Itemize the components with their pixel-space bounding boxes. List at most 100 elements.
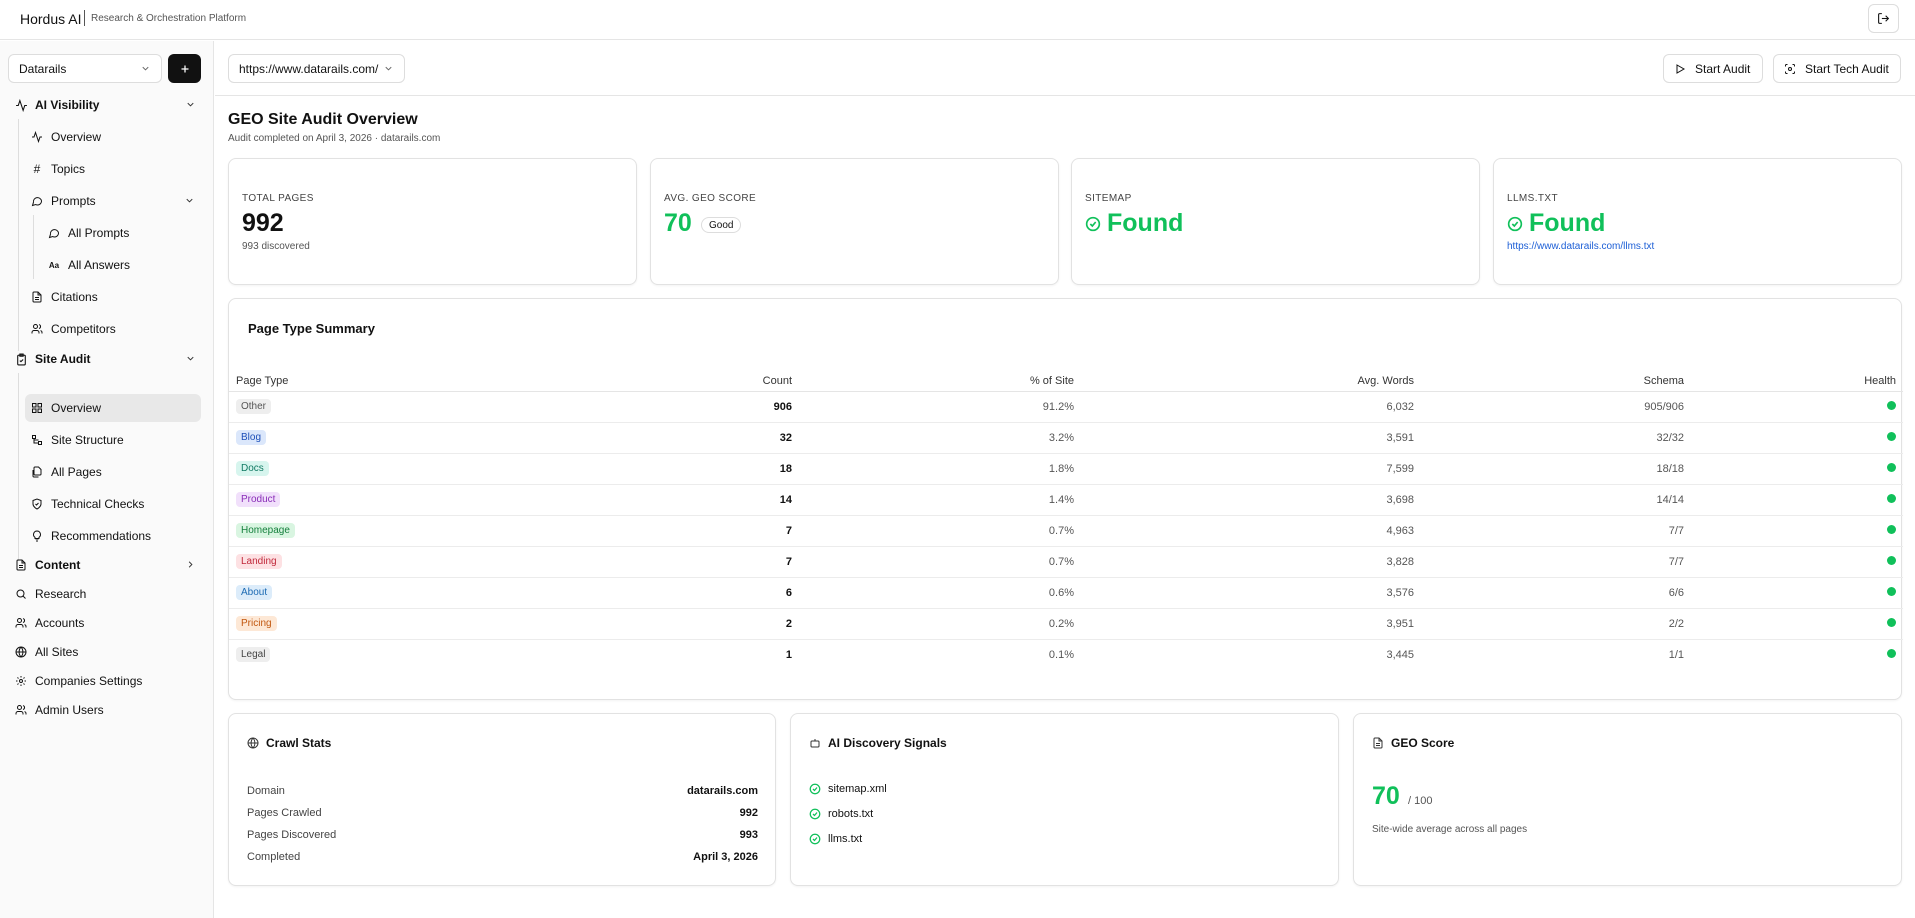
nav-accounts[interactable]: Accounts [12, 609, 202, 637]
table-cell [1691, 608, 1903, 640]
kpi-label: AVG. GEO SCORE [664, 193, 757, 204]
status-badge: Good [701, 217, 742, 233]
stat-key: Domain [247, 785, 285, 797]
table-cell [1691, 422, 1903, 454]
schema-cell: 14/14 [1421, 484, 1691, 516]
nav-technical-checks-label: Technical Checks [51, 497, 145, 511]
column-header[interactable]: % of Site [799, 371, 1081, 392]
stat-value: April 3, 2026 [693, 851, 758, 863]
nav-ai-overview[interactable]: Overview [26, 123, 201, 151]
site-url-select[interactable]: https://www.datarails.com/ [228, 54, 405, 83]
table-cell: About [229, 577, 599, 609]
page-title: GEO Site Audit Overview [228, 111, 418, 128]
avg-words-cell: 3,576 [1081, 577, 1421, 609]
table-row[interactable]: Docs 18 1.8% 7,599 18/18 [229, 453, 1903, 485]
nav-admin-users[interactable]: Admin Users [12, 696, 202, 724]
count-cell: 18 [599, 453, 799, 485]
stat-row: Domain datarails.com [247, 785, 758, 797]
health-status-dot [1887, 524, 1896, 534]
kpi-label: SITEMAP [1085, 193, 1132, 204]
table-cell: Homepage [229, 515, 599, 547]
nav-tree-line [18, 373, 19, 561]
message-circle-icon [30, 194, 44, 208]
count-cell: 7 [599, 546, 799, 578]
nav-citations-label: Citations [51, 290, 98, 304]
nav-all-sites[interactable]: All Sites [12, 638, 202, 666]
table-row[interactable]: Homepage 7 0.7% 4,963 7/7 [229, 515, 1903, 547]
nav-competitors[interactable]: Competitors [26, 315, 201, 343]
column-header[interactable]: Avg. Words [1081, 371, 1421, 392]
nav-site-structure[interactable]: Site Structure [26, 426, 201, 454]
table-cell [1691, 639, 1903, 670]
count-cell: 7 [599, 515, 799, 547]
table-cell [1691, 577, 1903, 609]
users-icon [14, 703, 28, 717]
org-select[interactable]: Datarails [8, 54, 162, 83]
table-row[interactable]: Pricing 2 0.2% 3,951 2/2 [229, 608, 1903, 640]
nav-site-audit[interactable]: Site Audit [12, 345, 202, 373]
kpi-status-label: Found [1107, 209, 1184, 237]
table-row[interactable]: Landing 7 0.7% 3,828 7/7 [229, 546, 1903, 578]
schema-cell: 32/32 [1421, 422, 1691, 454]
health-status-dot [1887, 400, 1896, 410]
stat-key: Completed [247, 851, 301, 863]
logout-button[interactable] [1868, 4, 1899, 33]
percent-cell: 3.2% [799, 422, 1081, 454]
geo-score-card: GEO Score 70 / 100 Site-wide average acr… [1353, 713, 1902, 886]
table-cell [1691, 453, 1903, 485]
chevron-down-icon [142, 66, 149, 71]
nav-ai-visibility[interactable]: AI Visibility [12, 91, 202, 119]
nav-companies-settings[interactable]: Companies Settings [12, 667, 202, 695]
nav-all-pages[interactable]: All Pages [26, 458, 201, 486]
table-header-row: Page Type Count % of Site Avg. Words Sch… [229, 371, 1903, 392]
nav-recommendations[interactable]: Recommendations [26, 522, 201, 550]
nav-technical-checks[interactable]: Technical Checks [26, 490, 201, 518]
stat-key: Pages Crawled [247, 807, 322, 819]
nav-topics[interactable]: # Topics [26, 155, 201, 183]
page-type-badge: Homepage [236, 523, 295, 538]
chevron-down-icon [187, 356, 194, 361]
nav-site-audit-overview[interactable]: Overview [25, 394, 201, 422]
activity-icon [30, 130, 44, 144]
table-row[interactable]: Product 14 1.4% 3,698 14/14 [229, 484, 1903, 516]
table-row[interactable]: About 6 0.6% 3,576 6/6 [229, 577, 1903, 609]
nav-all-prompts[interactable]: All Prompts [43, 219, 201, 247]
health-status-dot [1887, 555, 1896, 565]
nav-citations[interactable]: Citations [26, 283, 201, 311]
column-header[interactable]: Count [599, 371, 799, 392]
nav-all-answers[interactable]: Aa All Answers [43, 251, 201, 279]
shield-check-icon [30, 497, 44, 511]
chevron-down-icon [385, 66, 392, 71]
table-row[interactable]: Legal 1 0.1% 3,445 1/1 [229, 639, 1903, 670]
percent-cell: 0.7% [799, 546, 1081, 578]
kpi-sitemap-card: SITEMAP Found [1071, 158, 1480, 285]
start-tech-audit-button[interactable]: Start Tech Audit [1773, 54, 1901, 83]
column-header[interactable]: Page Type [229, 371, 599, 392]
table-row[interactable]: Blog 32 3.2% 3,591 32/32 [229, 422, 1903, 454]
add-org-button[interactable] [168, 54, 201, 83]
plus-icon [181, 65, 188, 72]
start-audit-button[interactable]: Start Audit [1663, 54, 1763, 83]
page-subtitle: Audit completed on April 3, 2026 · datar… [228, 133, 441, 144]
table-row[interactable]: Other 906 91.2% 6,032 905/906 [229, 391, 1903, 423]
table-cell: Blog [229, 422, 599, 454]
kpi-sub: 993 discovered [242, 241, 310, 252]
top-bar: Hordus AI Research & Orchestration Platf… [0, 0, 1915, 40]
health-status-dot [1887, 462, 1896, 472]
column-header[interactable]: Schema [1421, 371, 1691, 392]
nav-content[interactable]: Content [12, 551, 202, 579]
count-cell: 14 [599, 484, 799, 516]
schema-cell: 7/7 [1421, 515, 1691, 547]
percent-cell: 1.4% [799, 484, 1081, 516]
activity-icon [14, 98, 28, 112]
column-header[interactable]: Health [1691, 371, 1903, 392]
geo-score-value: 70 [1372, 782, 1400, 810]
kpi-geo-score-card: AVG. GEO SCORE 70 Good [650, 158, 1059, 285]
nav-prompts[interactable]: Prompts [26, 187, 201, 215]
percent-cell: 91.2% [799, 391, 1081, 423]
llms-link[interactable]: https://www.datarails.com/llms.txt [1507, 241, 1654, 252]
nav-research[interactable]: Research [12, 580, 202, 608]
nav-all-pages-label: All Pages [51, 465, 102, 479]
avg-words-cell: 3,698 [1081, 484, 1421, 516]
table-cell [1691, 484, 1903, 516]
